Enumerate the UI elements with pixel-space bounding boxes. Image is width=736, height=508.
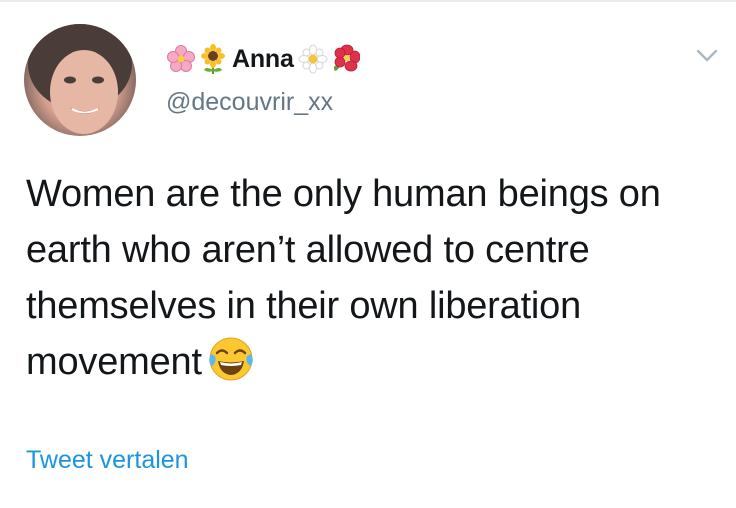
tweet-text: Women are the only human beings on earth… bbox=[26, 166, 726, 390]
hibiscus-icon bbox=[330, 44, 360, 74]
face-with-tears-of-joy-icon bbox=[208, 336, 254, 382]
chevron-down-icon[interactable] bbox=[694, 44, 720, 66]
tweet-body: Women are the only human beings on earth… bbox=[26, 173, 661, 383]
display-name[interactable]: Anna bbox=[232, 45, 294, 74]
cherry-blossom-icon bbox=[166, 44, 196, 74]
author-name-row[interactable]: Anna bbox=[166, 42, 360, 76]
author-handle[interactable]: @decouvrir_xx bbox=[166, 88, 333, 117]
translate-tweet-link[interactable]: Tweet vertalen bbox=[26, 446, 189, 475]
sunflower-icon bbox=[198, 44, 228, 74]
blossom-icon bbox=[298, 44, 328, 74]
avatar[interactable] bbox=[24, 24, 136, 136]
top-divider bbox=[0, 0, 736, 2]
